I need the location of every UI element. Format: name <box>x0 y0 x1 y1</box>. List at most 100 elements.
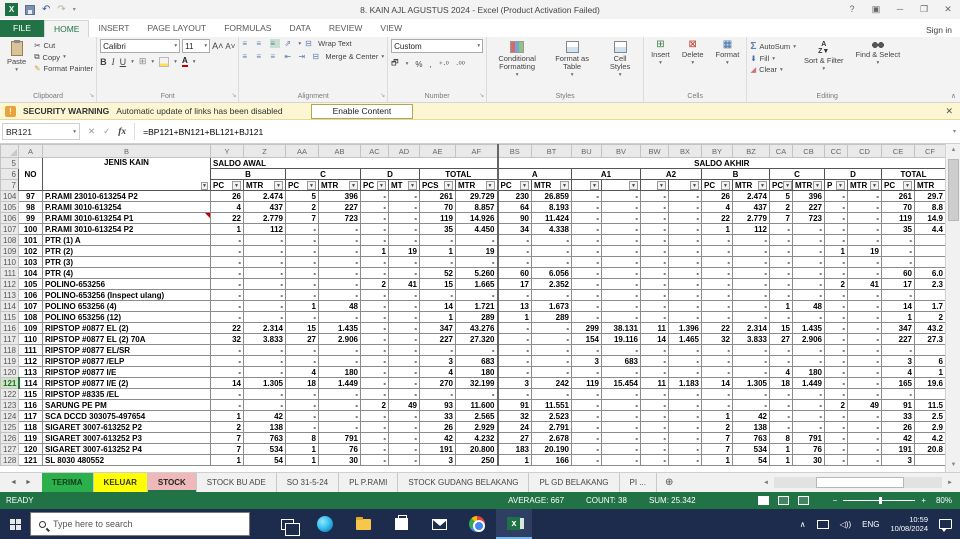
cell[interactable]: 261 <box>881 190 915 202</box>
cell[interactable]: - <box>601 256 641 268</box>
cell[interactable]: - <box>455 344 499 356</box>
cell[interactable]: 180 <box>318 366 361 378</box>
cell[interactable]: - <box>824 410 848 422</box>
cell[interactable]: 14 <box>701 377 733 389</box>
filter-dropdown-icon[interactable]: ▼ <box>629 180 638 190</box>
cell[interactable]: 683 <box>601 355 641 367</box>
cell[interactable]: - <box>824 432 848 444</box>
zoom-slider-thumb[interactable] <box>879 497 883 504</box>
cell[interactable]: 2.5 <box>914 410 946 422</box>
cell[interactable]: - <box>732 267 770 279</box>
clear-button[interactable]: ◢ Clear ▾ <box>750 65 796 74</box>
sign-in-link[interactable]: Sign in <box>926 25 952 35</box>
cell[interactable] <box>914 454 946 466</box>
cell[interactable]: 396 <box>318 190 361 202</box>
cell[interactable]: 8.193 <box>531 201 572 213</box>
cell[interactable]: 534 <box>243 443 286 455</box>
align-middle-icon[interactable]: ≡ <box>256 39 266 48</box>
cell[interactable]: 112 <box>732 223 770 235</box>
cell[interactable]: 1 <box>210 410 244 422</box>
horizontal-scrollbar[interactable]: ◄ ► <box>760 473 960 492</box>
cell[interactable]: 15 <box>769 322 793 334</box>
cell[interactable]: - <box>847 289 882 301</box>
cell[interactable]: - <box>881 234 915 246</box>
cell[interactable]: - <box>701 245 733 257</box>
filter-dropdown-icon[interactable]: ▼ <box>758 180 767 190</box>
cell[interactable]: - <box>668 366 702 378</box>
cell[interactable]: - <box>640 355 669 367</box>
cell[interactable]: - <box>732 278 770 290</box>
cell[interactable]: - <box>824 421 848 433</box>
insert-cells-button[interactable]: ⊞ Insert ▾ <box>647 39 674 69</box>
cell[interactable]: - <box>601 443 641 455</box>
cell[interactable]: 119 <box>419 212 456 224</box>
italic-button[interactable]: I <box>112 57 115 67</box>
cell[interactable]: 1 <box>881 311 915 323</box>
cell[interactable]: - <box>571 212 602 224</box>
store-button[interactable] <box>382 509 420 539</box>
cell[interactable]: - <box>640 289 669 301</box>
cell[interactable]: 13 <box>497 300 532 312</box>
cell[interactable]: - <box>285 234 319 246</box>
cell[interactable]: 230 <box>497 190 532 202</box>
row-header[interactable]: 5 <box>0 157 19 169</box>
cell[interactable]: 8 <box>285 432 319 444</box>
cell[interactable]: 1 <box>360 245 389 257</box>
zoom-in-icon[interactable]: + <box>921 496 926 505</box>
row-header[interactable]: 113 <box>0 289 19 301</box>
cell[interactable]: - <box>571 454 602 466</box>
cell[interactable]: 2.352 <box>531 278 572 290</box>
cell[interactable]: 111 <box>18 344 43 356</box>
cell[interactable]: - <box>601 454 641 466</box>
cell[interactable]: SL 8030 480552 <box>42 454 211 466</box>
cell[interactable]: - <box>701 388 733 400</box>
cell[interactable]: 19 <box>455 245 499 257</box>
cell[interactable]: - <box>668 234 702 246</box>
cell[interactable]: 3 <box>881 355 915 367</box>
cell[interactable]: RIPSTOP #8335 /EL <box>42 388 211 400</box>
cell[interactable]: - <box>601 410 641 422</box>
cell[interactable]: 121 <box>18 454 43 466</box>
cell[interactable]: - <box>824 212 848 224</box>
cell[interactable]: 289 <box>531 311 572 323</box>
cut-button[interactable]: ✂ Cut <box>34 41 93 50</box>
mail-button[interactable] <box>420 509 458 539</box>
cell[interactable]: - <box>285 421 319 433</box>
row-header[interactable]: 104 <box>0 190 19 202</box>
row-header[interactable]: 121 <box>0 377 20 389</box>
cell[interactable]: - <box>285 267 319 279</box>
cell[interactable]: - <box>497 344 532 356</box>
cell[interactable]: - <box>847 344 882 356</box>
cell[interactable]: - <box>571 245 602 257</box>
cell[interactable]: P.RAMI 23010-613254 P2 <box>42 190 211 202</box>
cell[interactable]: - <box>388 322 420 334</box>
cell[interactable]: P.RAMI 3010-613254 P1 <box>42 212 211 224</box>
filter-dropdown-icon[interactable]: ▼ <box>836 180 845 190</box>
cell[interactable]: - <box>881 289 915 301</box>
cell[interactable]: - <box>824 300 848 312</box>
cell[interactable]: - <box>792 399 825 411</box>
cell[interactable]: 180 <box>792 366 825 378</box>
cell[interactable]: - <box>360 212 389 224</box>
cell[interactable]: - <box>243 366 286 378</box>
expand-formula-bar-icon[interactable]: ▾ <box>953 128 956 135</box>
cell[interactable]: - <box>318 388 361 400</box>
formula-input[interactable]: =BP121+BN121+BL121+BJ121 <box>135 127 263 137</box>
cell[interactable]: - <box>318 344 361 356</box>
alignment-dialog-launcher[interactable]: ↘ <box>380 92 385 99</box>
cell[interactable]: - <box>668 267 702 279</box>
cell[interactable]: - <box>497 333 532 345</box>
cell[interactable]: 20.190 <box>531 443 572 455</box>
cell[interactable]: 4.338 <box>531 223 572 235</box>
network-icon[interactable] <box>816 519 829 529</box>
cell[interactable]: - <box>847 322 882 334</box>
cell[interactable]: 14.926 <box>455 212 499 224</box>
cell[interactable]: 1.396 <box>668 322 702 334</box>
cell[interactable]: - <box>243 311 286 323</box>
cell[interactable]: - <box>318 256 361 268</box>
cell[interactable]: - <box>243 245 286 257</box>
filter-dropdown-icon[interactable]: ▼ <box>201 182 208 190</box>
vertical-scroll-thumb[interactable] <box>948 159 959 221</box>
cell[interactable]: 180 <box>455 366 499 378</box>
cell[interactable]: POLINO-653256 <box>42 278 211 290</box>
